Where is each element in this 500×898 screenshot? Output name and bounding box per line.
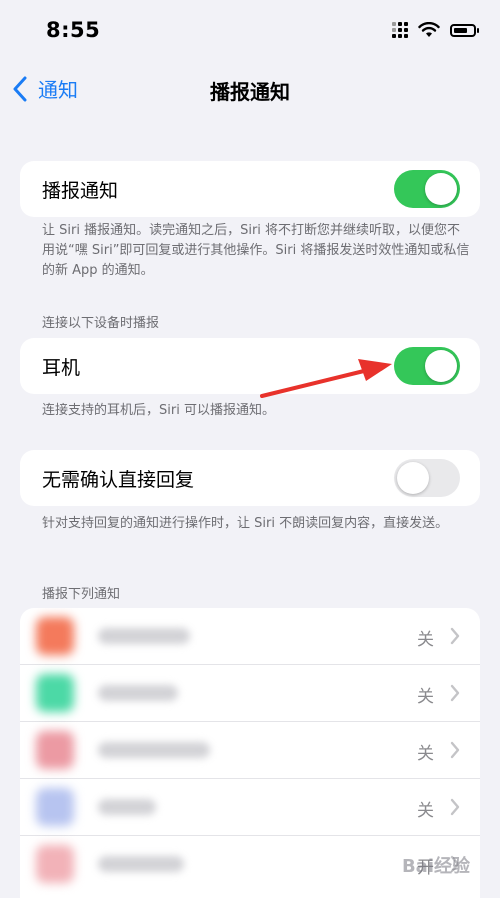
headphones-row: 耳机 xyxy=(20,338,480,394)
navigation-bar: 通知 播报通知 xyxy=(0,62,500,116)
devices-footnote: 连接支持的耳机后，Siri 可以播报通知。 xyxy=(42,403,275,418)
app-icon xyxy=(36,674,74,712)
announce-notifications-row: 播报通知 xyxy=(20,161,480,217)
reply-without-confirmation-row: 无需确认直接回复 xyxy=(20,450,480,506)
reply-without-confirmation-toggle[interactable] xyxy=(394,459,460,497)
app-name-blurred xyxy=(98,799,156,815)
app-announce-value: 关 xyxy=(417,744,434,764)
page-title: 播报通知 xyxy=(210,80,290,104)
announce-notifications-label: 播报通知 xyxy=(42,179,119,202)
announce-card: 播报通知 xyxy=(20,161,480,217)
app-name-blurred xyxy=(98,685,178,701)
headphones-toggle[interactable] xyxy=(394,347,460,385)
announce-footnote: 让 Siri 播报通知。读完通知之后，Siri 将不打断您并继续听取，以便您不用… xyxy=(42,223,470,278)
cellular-signal-icon xyxy=(392,22,408,38)
announce-notifications-toggle[interactable] xyxy=(394,170,460,208)
devices-section-header: 连接以下设备时播报 xyxy=(42,316,160,331)
reply-footnote: 针对支持回复的通知进行操作时，让 Siri 不朗读回复内容，直接发送。 xyxy=(42,516,449,531)
chevron-right-icon xyxy=(450,798,460,816)
toggle-knob xyxy=(397,462,429,494)
app-icon xyxy=(36,788,74,826)
chevron-right-icon xyxy=(450,627,460,645)
app-row[interactable]: 关 xyxy=(20,608,480,665)
reply-without-confirmation-label: 无需确认直接回复 xyxy=(42,468,195,491)
app-row[interactable]: 关 xyxy=(20,779,480,836)
app-icon xyxy=(36,731,74,769)
reply-card: 无需确认直接回复 xyxy=(20,450,480,506)
watermark: Bai经验 xyxy=(401,856,470,877)
app-name-blurred xyxy=(98,742,210,758)
battery-icon xyxy=(450,23,479,37)
status-time: 8:55 xyxy=(46,18,101,42)
app-announce-value: 关 xyxy=(417,630,434,650)
app-name-blurred xyxy=(98,856,184,872)
toggle-knob xyxy=(425,173,457,205)
toggle-knob xyxy=(425,350,457,382)
app-name-blurred xyxy=(98,628,190,644)
devices-card: 耳机 xyxy=(20,338,480,394)
app-announce-value: 关 xyxy=(417,801,434,821)
chevron-right-icon xyxy=(450,741,460,759)
app-icon xyxy=(36,617,74,655)
headphones-label: 耳机 xyxy=(42,356,81,379)
wifi-icon xyxy=(418,22,440,37)
status-icons xyxy=(392,22,479,38)
app-icon xyxy=(36,845,74,883)
app-row[interactable]: 关 xyxy=(20,665,480,722)
app-announce-value: 关 xyxy=(417,687,434,707)
status-bar: 8:55 xyxy=(0,0,500,60)
apps-section-header: 播报下列通知 xyxy=(42,587,121,602)
app-row[interactable]: 关 xyxy=(20,722,480,779)
chevron-right-icon xyxy=(450,684,460,702)
